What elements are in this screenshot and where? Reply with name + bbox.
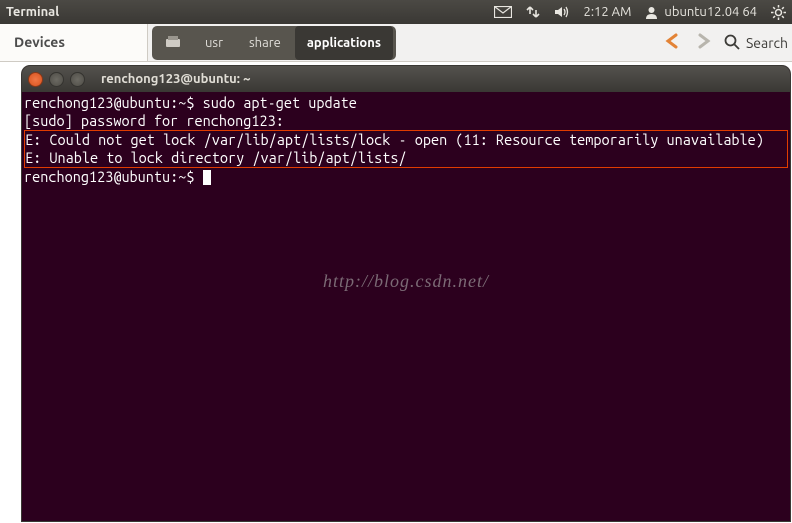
- breadcrumb: usr share applications: [152, 24, 396, 62]
- system-panel: Terminal 2:12 AM ubuntu12.04 64: [0, 0, 792, 24]
- user-label: ubuntu12.04 64: [664, 5, 757, 19]
- devices-header: Devices: [0, 24, 148, 62]
- watermark: http://blog.csdn.net/: [323, 272, 489, 290]
- gear-icon[interactable]: [771, 5, 786, 20]
- app-title: Terminal: [6, 5, 59, 19]
- drive-icon: [165, 34, 181, 51]
- volume-icon[interactable]: [554, 5, 570, 19]
- window-close-button[interactable]: [28, 72, 43, 87]
- terminal-body[interactable]: renchong123@ubuntu:~$ sudo apt-get updat…: [22, 92, 790, 521]
- window-minimize-button[interactable]: [49, 72, 64, 87]
- file-manager-toolbar: Devices usr share applications Search: [0, 24, 792, 62]
- breadcrumb-usr[interactable]: usr: [193, 26, 235, 60]
- nav-forward-icon[interactable]: [694, 33, 714, 53]
- clock[interactable]: 2:12 AM: [584, 5, 632, 19]
- window-title: renchong123@ubuntu: ~: [101, 72, 250, 86]
- user-icon: [645, 6, 658, 19]
- error-highlight: E: Could not get lock /var/lib/apt/lists…: [24, 130, 788, 168]
- nav-back-icon[interactable]: [664, 33, 684, 53]
- search-box[interactable]: Search: [724, 34, 788, 53]
- user-menu[interactable]: ubuntu12.04 64: [645, 5, 757, 19]
- search-placeholder: Search: [746, 35, 788, 51]
- breadcrumb-share[interactable]: share: [237, 26, 293, 60]
- terminal-line: [sudo] password for renchong123:: [24, 112, 284, 129]
- window-maximize-button[interactable]: [70, 72, 85, 87]
- breadcrumb-root[interactable]: [155, 26, 191, 60]
- network-icon[interactable]: [526, 5, 540, 19]
- terminal-error-line: E: Unable to lock directory /var/lib/apt…: [25, 149, 407, 166]
- terminal-window: renchong123@ubuntu: ~ renchong123@ubuntu…: [22, 66, 790, 521]
- terminal-error-line: E: Could not get lock /var/lib/apt/lists…: [25, 131, 764, 148]
- breadcrumb-applications[interactable]: applications: [295, 26, 393, 60]
- window-titlebar[interactable]: renchong123@ubuntu: ~: [22, 66, 790, 92]
- terminal-cursor: [203, 170, 211, 185]
- search-icon: [724, 34, 740, 53]
- terminal-prompt: renchong123@ubuntu:~$: [24, 168, 203, 185]
- terminal-line: renchong123@ubuntu:~$ sudo apt-get updat…: [24, 94, 357, 111]
- mail-icon[interactable]: [494, 6, 512, 18]
